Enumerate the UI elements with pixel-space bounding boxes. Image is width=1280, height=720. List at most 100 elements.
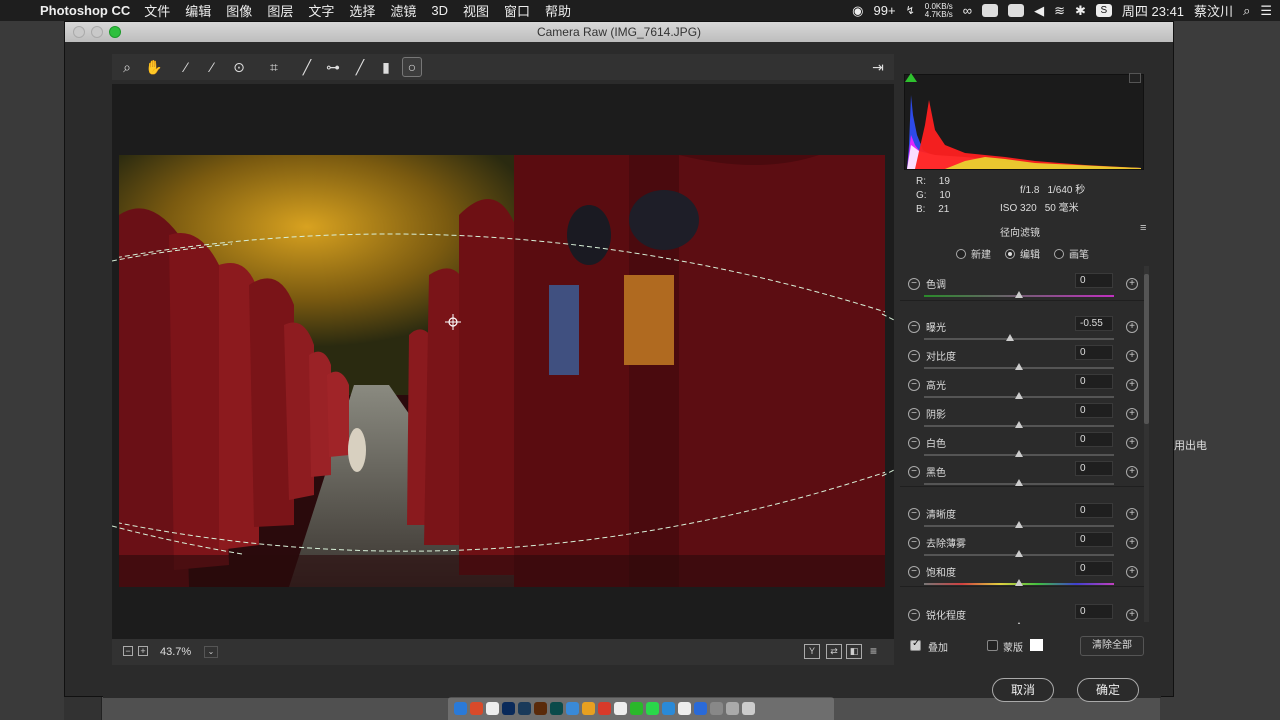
copy-to-before-icon[interactable]: ◧ — [846, 644, 862, 659]
creative-cloud-icon[interactable]: ∞ — [963, 3, 972, 18]
dock-wechat-icon[interactable] — [646, 702, 659, 715]
menu-3d[interactable]: 3D — [431, 3, 448, 18]
dock-app-icon[interactable] — [726, 702, 739, 715]
shadow-clipping-warning-icon[interactable] — [905, 73, 917, 82]
increase-icon[interactable]: + — [1126, 537, 1138, 549]
slider-value-field[interactable]: 0 — [1075, 604, 1113, 619]
increase-icon[interactable]: + — [1126, 508, 1138, 520]
slider-thumb[interactable] — [1015, 450, 1023, 457]
sync-icon[interactable]: ↯ — [906, 4, 915, 17]
slider-thumb[interactable] — [1015, 479, 1023, 486]
menu-layer[interactable]: 图层 — [267, 1, 293, 20]
white-balance-icon[interactable]: ⁄ — [176, 57, 196, 77]
before-after-view-icon[interactable]: Y — [804, 644, 820, 659]
display-icon[interactable] — [1008, 4, 1025, 17]
slider-value-field[interactable]: 0 — [1075, 561, 1113, 576]
dock-app-icon[interactable] — [566, 702, 579, 715]
slider-value-field[interactable]: 0 — [1075, 273, 1113, 288]
dock-chrome-icon[interactable] — [630, 702, 643, 715]
hand-icon[interactable]: ✋ — [144, 57, 164, 77]
target-adjust-icon[interactable]: ⊙ — [229, 57, 249, 77]
clock[interactable]: 周四 23:41 — [1122, 1, 1184, 20]
menu-window[interactable]: 窗口 — [504, 1, 530, 20]
notification-center-icon[interactable]: ☰ — [1260, 3, 1272, 19]
cancel-button[interactable]: 取消 — [992, 678, 1054, 702]
decrease-icon[interactable]: − — [908, 566, 920, 578]
dock-app-icon[interactable] — [710, 702, 723, 715]
dock-app-icon[interactable] — [486, 702, 499, 715]
slider-value-field[interactable]: 0 — [1075, 503, 1113, 518]
increase-icon[interactable]: + — [1126, 321, 1138, 333]
menu-type[interactable]: 文字 — [308, 1, 334, 20]
slider-value-field[interactable]: -0.55 — [1075, 316, 1113, 331]
radial-filter-icon[interactable]: ○ — [402, 57, 422, 77]
spotlight-icon[interactable]: ⌕ — [1243, 3, 1250, 19]
dock-illustrator-icon[interactable] — [534, 702, 547, 715]
dock-lightroom-icon[interactable] — [518, 702, 531, 715]
increase-icon[interactable]: + — [1126, 466, 1138, 478]
slider-thumb[interactable] — [1015, 291, 1023, 298]
decrease-icon[interactable]: − — [908, 466, 920, 478]
input-method-icon[interactable]: S — [1095, 4, 1112, 17]
zoom-level[interactable]: 43.7% — [160, 646, 191, 658]
dock-app-icon[interactable] — [678, 702, 691, 715]
zoom-button[interactable] — [109, 26, 121, 38]
wechat-icon[interactable]: ◉ — [852, 3, 863, 19]
increase-icon[interactable]: + — [1126, 437, 1138, 449]
open-preferences-icon[interactable]: ⇥ — [868, 57, 888, 77]
toggle-settings-icon[interactable]: ≡ — [870, 644, 877, 658]
slider-thumb[interactable] — [1005, 334, 1014, 341]
slider-scrollbar[interactable] — [1144, 266, 1149, 622]
user-name[interactable]: 蔡汶川 — [1194, 1, 1233, 20]
dock-app-icon[interactable] — [662, 702, 675, 715]
slider-value-field[interactable]: 0 — [1075, 461, 1113, 476]
color-sampler-icon[interactable]: ⁄ — [202, 57, 222, 77]
spot-removal-icon[interactable]: ╱ — [297, 57, 317, 77]
menu-help[interactable]: 帮助 — [545, 1, 571, 20]
slider-value-field[interactable]: 0 — [1075, 432, 1113, 447]
slider-value-field[interactable]: 0 — [1075, 532, 1113, 547]
dock-photoshop-icon[interactable] — [502, 702, 515, 715]
dock-app-icon[interactable] — [598, 702, 611, 715]
slider-thumb[interactable] — [1015, 521, 1023, 528]
slider-value-field[interactable]: 0 — [1075, 345, 1113, 360]
dock-app-icon[interactable] — [694, 702, 707, 715]
swap-before-after-icon[interactable]: ⇄ — [826, 644, 842, 659]
zoom-dropdown-chevron-down-icon[interactable]: ⌄ — [204, 646, 218, 658]
slider-thumb[interactable] — [1015, 363, 1023, 370]
increase-icon[interactable]: + — [1126, 566, 1138, 578]
close-button[interactable] — [73, 26, 85, 38]
slider-thumb[interactable] — [1015, 550, 1023, 557]
zoom-in-button[interactable]: + — [138, 646, 148, 656]
menu-filter[interactable]: 滤镜 — [390, 1, 416, 20]
dock-app-icon[interactable] — [470, 702, 483, 715]
slider-track[interactable] — [924, 338, 1114, 340]
red-eye-icon[interactable]: ⊶ — [323, 57, 343, 77]
menu-view[interactable]: 视图 — [463, 1, 489, 20]
volume-icon[interactable]: ◀︎ — [1034, 3, 1044, 19]
wifi-icon[interactable]: ≋ — [1054, 3, 1065, 19]
decrease-icon[interactable]: − — [908, 609, 920, 621]
slider-thumb[interactable] — [1015, 579, 1023, 586]
panel-menu-icon[interactable]: ≡ — [1140, 222, 1146, 234]
decrease-icon[interactable]: − — [908, 408, 920, 420]
mode-new-radio[interactable]: 新建 — [956, 246, 991, 261]
adjustment-brush-icon[interactable]: ╱ — [350, 57, 370, 77]
menu-edit[interactable]: 编辑 — [185, 1, 211, 20]
dock-app-icon[interactable] — [614, 702, 627, 715]
ok-button[interactable]: 确定 — [1077, 678, 1139, 702]
zoom-out-button[interactable]: − — [123, 646, 133, 656]
slider-scrollbar-thumb[interactable] — [1144, 274, 1149, 424]
dock-trash-icon[interactable] — [742, 702, 755, 715]
bluetooth-icon[interactable]: ✱ — [1075, 3, 1086, 19]
increase-icon[interactable]: + — [1126, 350, 1138, 362]
increase-icon[interactable]: + — [1126, 379, 1138, 391]
zoom-icon[interactable]: ⌕ — [117, 57, 137, 77]
increase-icon[interactable]: + — [1126, 408, 1138, 420]
mode-edit-radio[interactable]: 编辑 — [1005, 246, 1040, 261]
menu-app-name[interactable]: Photoshop CC — [40, 3, 130, 18]
dock-app-icon[interactable] — [582, 702, 595, 715]
crop-straighten-icon[interactable]: ⌗ — [264, 57, 284, 77]
decrease-icon[interactable]: − — [908, 350, 920, 362]
mode-brush-radio[interactable]: 画笔 — [1054, 246, 1089, 261]
